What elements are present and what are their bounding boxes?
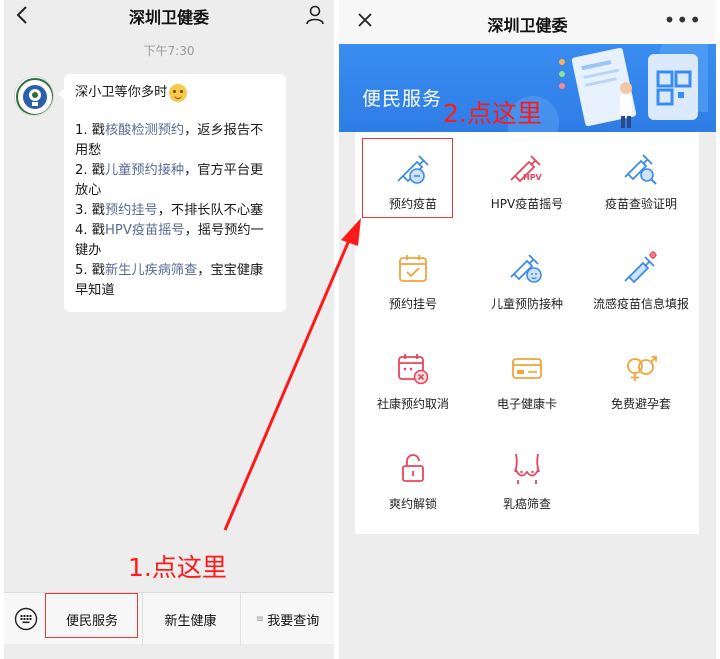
submenu-icon: ≡	[255, 613, 265, 625]
gender-symbol-icon	[627, 356, 657, 381]
service-breast-screening[interactable]: 乳癌筛查	[470, 432, 584, 532]
menu-inquiry-label: 我要查询	[267, 613, 320, 629]
service-label: 儿童预防接种	[490, 297, 563, 311]
service-hpv-lottery[interactable]: HPV HPV疫苗摇号	[470, 132, 584, 232]
greeting-line: 深小卫等你多时	[75, 83, 276, 103]
service-label: HPV疫苗摇号	[490, 197, 564, 211]
service-label: 乳癌筛查	[502, 497, 551, 511]
menu-newborn-health[interactable]: 新生健康	[142, 593, 238, 645]
official-account-avatar[interactable]	[14, 76, 54, 116]
vaccine-search-icon	[624, 154, 657, 185]
services-grid: 预约疫苗 HPV HPV疫苗摇号 疫苗查验证明 预约挂号 儿童预防接种 流感疫苗…	[355, 132, 699, 534]
service-label: 爽约解锁	[388, 497, 437, 511]
annotation-step1: 1.点这里	[128, 553, 227, 582]
message-timestamp: 下午7:30	[143, 44, 195, 58]
chat-header: 深圳卫健委	[4, 0, 334, 30]
service-label: 社康预约取消	[376, 397, 449, 411]
list-item: 2. 戳儿童预约接种，官方平台更放心	[75, 161, 276, 201]
service-label: 疫苗查验证明	[604, 197, 677, 211]
health-card-icon	[512, 358, 542, 379]
service-label: 预约疫苗	[388, 197, 437, 211]
service-flu-vaccine-form[interactable]: 流感疫苗信息填报	[584, 232, 698, 332]
calendar-check-icon	[399, 255, 427, 282]
menu-inquiry[interactable]: ≡ 我要查询	[240, 593, 334, 645]
list-item: 1. 戳核酸检测预约，返乡报告不用愁	[75, 121, 276, 161]
link-newborn-screening[interactable]: 新生儿疾病筛查	[105, 263, 197, 278]
link-registration[interactable]: 预约挂号	[105, 203, 158, 218]
item-prefix: 5. 戳	[75, 263, 105, 278]
item-prefix: 4. 戳	[75, 223, 105, 238]
svg-text:HPV: HPV	[523, 173, 543, 182]
service-label: 免费避孕套	[610, 397, 671, 411]
hpv-syringe-icon: HPV	[510, 155, 543, 183]
chat-title: 深圳卫健委	[128, 8, 209, 27]
item-prefix: 2. 戳	[75, 163, 105, 178]
service-label: 流感疫苗信息填报	[592, 297, 689, 311]
vaccine-icon	[397, 155, 429, 184]
banner-title: 便民服务	[362, 88, 443, 110]
page-title: 深圳卫健委	[487, 16, 568, 35]
service-unlock-missed[interactable]: 爽约解锁	[356, 432, 470, 532]
keyboard-icon[interactable]	[14, 607, 38, 631]
unlock-icon	[402, 454, 424, 482]
service-health-card[interactable]: 电子健康卡	[470, 332, 584, 432]
calendar-cancel-icon	[398, 354, 429, 385]
user-profile-icon[interactable]	[304, 4, 326, 26]
breast-screening-icon	[514, 453, 540, 484]
more-options-icon[interactable]: •••	[664, 10, 702, 30]
service-cancel-appointment[interactable]: 社康预约取消	[356, 332, 470, 432]
welcome-message-bubble: 深小卫等你多时 1. 戳核酸检测预约，返乡报告不用愁 2. 戳儿童预约接种，官方…	[58, 74, 286, 312]
service-label: 预约挂号	[388, 297, 437, 311]
annotation-step2: 2.点这里	[443, 99, 542, 128]
page-header: 深圳卫健委 •••	[339, 0, 716, 44]
service-vaccine-certificate[interactable]: 疫苗查验证明	[584, 132, 698, 232]
child-vaccine-icon	[510, 254, 542, 283]
greeting-text: 深小卫等你多时	[75, 85, 168, 100]
service-child-vaccination[interactable]: 儿童预防接种	[470, 232, 584, 332]
link-hpv-lottery[interactable]: HPV疫苗摇号	[105, 223, 185, 238]
list-item: 5. 戳新生儿疾病筛查，宝宝健康早知道	[75, 261, 276, 301]
service-book-vaccine[interactable]: 预约疫苗	[356, 132, 470, 232]
item-prefix: 3. 戳	[75, 203, 105, 218]
item-prefix: 1. 戳	[75, 123, 105, 138]
account-menu-bar: 便民服务 新生健康 ≡ 我要查询	[4, 592, 334, 645]
list-item: 4. 戳HPV疫苗摇号，摇号预约一键办	[75, 221, 276, 261]
service-label: 电子健康卡	[496, 397, 557, 411]
service-free-condoms[interactable]: 免费避孕套	[584, 332, 698, 432]
flu-vaccine-icon	[624, 251, 657, 284]
link-nucleic-test[interactable]: 核酸检测预约	[105, 123, 184, 138]
service-book-registration[interactable]: 预约挂号	[356, 232, 470, 332]
link-child-vaccination[interactable]: 儿童预约接种	[105, 163, 184, 178]
menu-convenience-services[interactable]: 便民服务	[46, 593, 138, 645]
list-item: 3. 戳预约挂号，不排长队不心塞	[75, 201, 276, 221]
smile-emoji-icon	[169, 84, 188, 102]
item-text: ，不排长队不心塞	[157, 203, 264, 218]
